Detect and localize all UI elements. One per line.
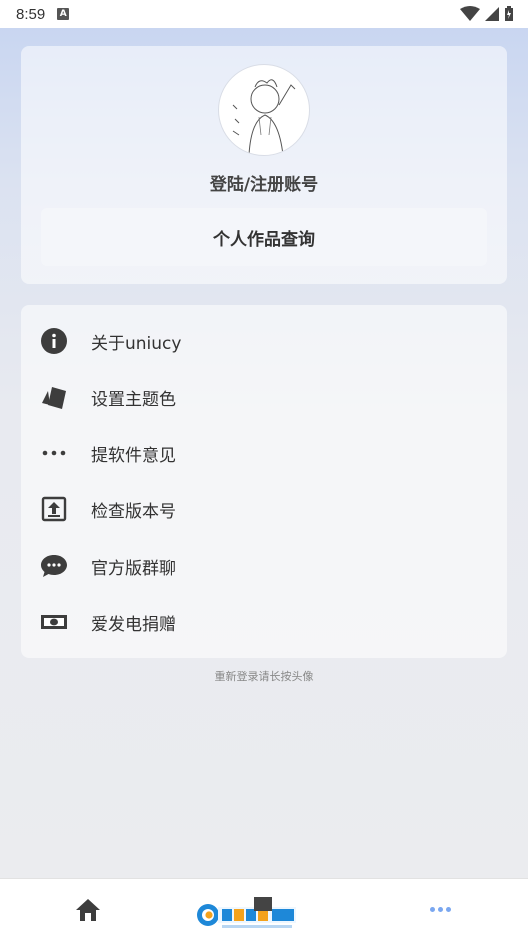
money-icon (40, 608, 68, 636)
status-icons (460, 6, 514, 22)
menu-item-label: 检查版本号 (91, 501, 176, 522)
menu-item-label: 提软件意见 (91, 445, 176, 466)
status-bar: 8:59 A (0, 0, 528, 28)
menu-item-label: 关于uniucy (91, 333, 182, 354)
personal-works-button[interactable]: 个人作品查询 (41, 208, 487, 266)
info-icon (40, 327, 68, 355)
more-dot (445, 906, 451, 912)
menu-item-about[interactable]: 关于uniucy (21, 313, 507, 369)
profile-card: 登陆/注册账号 个人作品查询 (21, 46, 507, 284)
menu-item-donate[interactable]: 爱发电捐赠 (21, 594, 507, 650)
watermark-logo (196, 897, 304, 933)
avatar[interactable] (218, 64, 310, 156)
wifi-icon (460, 6, 480, 21)
more-dots-icon (40, 439, 68, 467)
more-dot (437, 906, 443, 912)
upload-box-icon (40, 495, 68, 523)
battery-icon (505, 6, 513, 21)
chat-bubble-icon (40, 552, 68, 580)
notification-a-icon: A (57, 8, 70, 20)
signal-icon (485, 7, 499, 21)
menu-item-label: 爱发电捐赠 (91, 614, 176, 635)
avatar-sketch-image (232, 79, 296, 155)
login-register-link[interactable]: 登陆/注册账号 (21, 170, 507, 195)
menu-item-group-chat[interactable]: 官方版群聊 (21, 538, 507, 594)
menu-card: 关于uniucy 设置主题色 提软件意见 检查版本号 官方版群聊 爱发电捐赠 (21, 305, 507, 658)
menu-item-label: 官方版群聊 (91, 558, 176, 579)
menu-item-label: 设置主题色 (91, 389, 176, 410)
more-dot (429, 906, 435, 912)
home-icon[interactable] (74, 897, 102, 923)
menu-item-theme[interactable]: 设置主题色 (21, 369, 507, 425)
more-icon[interactable] (426, 899, 454, 919)
status-time: 8:59 (16, 5, 46, 23)
bottom-nav (0, 878, 528, 940)
menu-item-feedback[interactable]: 提软件意见 (21, 425, 507, 481)
menu-item-check-version[interactable]: 检查版本号 (21, 481, 507, 537)
relogin-hint: 重新登录请长按头像 (214, 670, 314, 683)
theme-cards-icon (40, 383, 68, 411)
